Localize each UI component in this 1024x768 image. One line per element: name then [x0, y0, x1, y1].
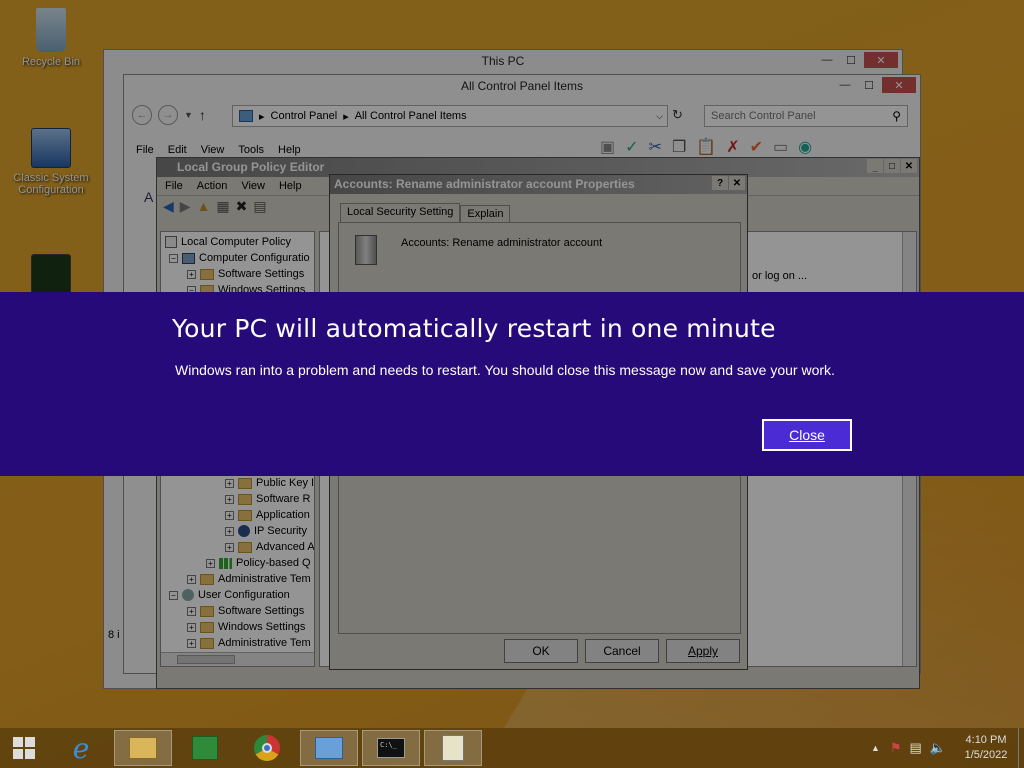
- taskbar-control-panel[interactable]: [300, 730, 358, 766]
- action-center-icon[interactable]: ⚑: [890, 740, 902, 756]
- restart-banner: Your PC will automatically restart in on…: [0, 292, 1024, 476]
- clock[interactable]: 4:10 PM 1/5/2022: [954, 733, 1018, 763]
- internet-explorer-icon: e: [72, 731, 90, 765]
- taskbar-file-explorer[interactable]: [114, 730, 172, 766]
- store-icon: [192, 736, 218, 760]
- file-explorer-icon: [129, 737, 157, 759]
- taskbar-notepad[interactable]: [424, 730, 482, 766]
- taskbar-store[interactable]: [176, 730, 234, 766]
- system-tray: ▲ ⚑ ▤ 🔈 4:10 PM 1/5/2022: [871, 728, 1024, 768]
- restart-message: Windows ran into a problem and needs to …: [175, 362, 835, 378]
- notepad-icon: [442, 735, 464, 761]
- restart-title: Your PC will automatically restart in on…: [172, 314, 776, 343]
- show-desktop-button[interactable]: [1018, 728, 1024, 768]
- taskbar-command-prompt[interactable]: C:\_: [362, 730, 420, 766]
- clock-date: 1/5/2022: [964, 749, 1008, 761]
- volume-icon[interactable]: 🔈: [930, 740, 946, 756]
- show-hidden-icons-icon[interactable]: ▲: [871, 743, 880, 753]
- windows-logo-icon: [13, 737, 35, 759]
- taskbar-internet-explorer[interactable]: e: [52, 730, 110, 766]
- network-icon[interactable]: ▤: [910, 740, 922, 756]
- command-prompt-icon: C:\_: [377, 738, 405, 758]
- start-button[interactable]: [0, 730, 48, 766]
- control-panel-icon: [315, 737, 343, 759]
- taskbar-chrome[interactable]: [238, 730, 296, 766]
- taskbar: e C:\_ ▲ ⚑ ▤ 🔈 4:10 PM 1/5/2022: [0, 728, 1024, 768]
- clock-time: 4:10 PM: [965, 734, 1007, 746]
- close-button[interactable]: Close: [761, 418, 853, 452]
- chrome-icon: [254, 735, 280, 761]
